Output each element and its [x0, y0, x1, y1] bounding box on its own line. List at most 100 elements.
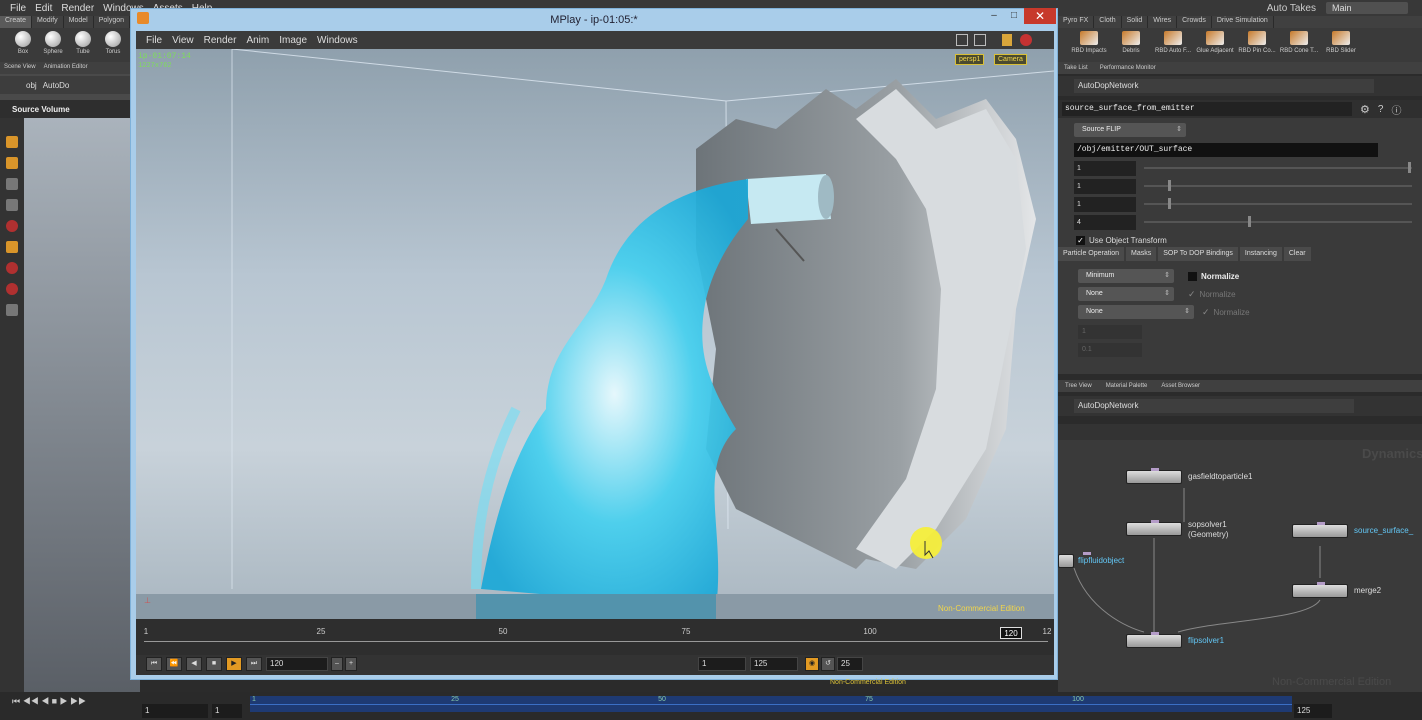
host-end-field[interactable]: 125 — [1294, 704, 1332, 718]
menu-edit[interactable]: Edit — [35, 3, 52, 14]
tab-take-list[interactable]: Take List — [1058, 65, 1094, 71]
view-icon[interactable] — [6, 241, 18, 253]
node-flipfluidobject[interactable] — [1058, 552, 1091, 568]
pose-icon[interactable] — [6, 220, 18, 232]
tab-animation-editor[interactable]: Animation Editor — [40, 62, 92, 74]
tab-tree-view[interactable]: Tree View — [1058, 383, 1099, 389]
stop-button[interactable]: ■ — [206, 657, 222, 671]
node-sopsolver[interactable] — [1126, 520, 1182, 536]
sop-path-field[interactable]: /obj/emitter/OUT_surface — [1074, 143, 1378, 157]
mplay-menu-file[interactable]: File — [146, 35, 162, 46]
minimize-icon[interactable]: – — [984, 10, 1004, 24]
persp-selector[interactable]: persp1 — [955, 54, 985, 65]
tab-material-palette[interactable]: Material Palette — [1099, 383, 1155, 389]
mplay-image-view[interactable] — [136, 49, 1054, 619]
menu-render[interactable]: Render — [61, 3, 94, 14]
help-icon[interactable]: ? — [1378, 104, 1384, 115]
menu-file[interactable]: File — [10, 3, 26, 14]
param-field-3[interactable]: 1 — [1074, 196, 1136, 212]
close-icon[interactable]: ✕ — [1024, 8, 1056, 24]
shelf-tab-create[interactable]: Create — [0, 16, 33, 28]
host-frame-field[interactable]: 1 — [142, 704, 208, 718]
frame-input[interactable]: 120 — [266, 657, 328, 671]
mplay-menu-image[interactable]: Image — [279, 35, 307, 46]
step-back-button[interactable]: ⏪ — [166, 657, 182, 671]
operation-dropdown-2[interactable]: None — [1078, 287, 1174, 301]
node-source-surface[interactable] — [1292, 522, 1348, 538]
play-reverse-button[interactable]: ◀ — [186, 657, 202, 671]
tube-tool[interactable]: Tube — [68, 28, 98, 62]
tab-particle-operation[interactable]: Particle Operation — [1058, 247, 1125, 261]
rbd-auto-tool[interactable]: RBD Auto F... — [1152, 28, 1194, 62]
mplay-ruler[interactable] — [144, 636, 1048, 642]
param-field-4[interactable]: 4 — [1074, 214, 1136, 230]
host-timeline-track[interactable] — [250, 696, 1292, 712]
box-tool[interactable]: Box — [8, 28, 38, 62]
transform-icon[interactable] — [6, 157, 18, 169]
path-autodop[interactable]: AutoDo — [43, 81, 70, 90]
node-merge2[interactable] — [1292, 582, 1348, 598]
loop-icon[interactable]: ↺ — [821, 657, 835, 671]
take-selector[interactable]: Main — [1326, 2, 1408, 14]
mplay-menu-view[interactable]: View — [172, 35, 194, 46]
shelf-tab-solid[interactable]: Solid — [1122, 16, 1149, 28]
rbd-slider-tool[interactable]: RBD Slider — [1320, 28, 1362, 62]
normalize-checkbox-1[interactable] — [1188, 271, 1197, 281]
tab-sop-to-dop-bindings[interactable]: SOP To DOP Bindings — [1158, 247, 1238, 261]
tab-instancing[interactable]: Instancing — [1239, 247, 1282, 261]
start-frame-field[interactable]: 1 — [698, 657, 746, 671]
param-slider-4[interactable] — [1144, 216, 1412, 227]
mplay-menu-windows[interactable]: Windows — [317, 35, 358, 46]
sphere-tool[interactable]: Sphere — [38, 28, 68, 62]
param-field-1[interactable]: 1 — [1074, 160, 1136, 176]
mplay-pin-icon[interactable] — [1002, 34, 1012, 46]
rbd-cone-tool[interactable]: RBD Cone T... — [1278, 28, 1320, 62]
shelf-tab-crowds[interactable]: Crowds — [1177, 16, 1212, 28]
gear-icon[interactable]: ⚙ — [1360, 103, 1370, 116]
handle-icon[interactable] — [6, 199, 18, 211]
node-name-field[interactable]: source_surface_from_emitter — [1062, 102, 1352, 116]
end-frame-field[interactable]: 125 — [750, 657, 798, 671]
last-frame-button[interactable]: ⏭ — [246, 657, 262, 671]
mplay-stop-icon[interactable] — [1020, 34, 1032, 46]
param-slider-2[interactable] — [1144, 180, 1412, 191]
maximize-icon[interactable]: □ — [1004, 10, 1024, 24]
mplay-menu-render[interactable]: Render — [204, 35, 237, 46]
network-editor[interactable]: gasfieldtoparticle1 sopsolver1 (Geometry… — [1058, 440, 1422, 692]
host-transport-controls[interactable]: ⏮ ◀◀ ◀ ■ ▶ ▶▶ — [12, 696, 86, 707]
magnet-icon[interactable] — [6, 262, 18, 274]
info-icon[interactable]: ⓘ — [1391, 102, 1401, 117]
scene-viewport[interactable] — [24, 118, 140, 692]
shelf-tab-modify[interactable]: Modify — [32, 16, 64, 28]
shelf-tab-drive-simulation[interactable]: Drive Simulation — [1212, 16, 1274, 28]
shelf-tab-wires[interactable]: Wires — [1148, 16, 1178, 28]
realtime-toggle-icon[interactable]: ◉ — [805, 657, 819, 671]
select-icon[interactable] — [6, 136, 18, 148]
auto-takes-label[interactable]: Auto Takes — [1267, 3, 1316, 14]
rbd-impacts-tool[interactable]: RBD Impacts — [1068, 28, 1110, 62]
node-gasfieldtoparticle[interactable] — [1126, 468, 1182, 484]
tab-masks[interactable]: Masks — [1126, 247, 1157, 261]
tab-clear[interactable]: Clear — [1283, 247, 1311, 261]
glue-adjacent-tool[interactable]: Glue Adjacent — [1194, 28, 1236, 62]
operation-dropdown-3[interactable]: None — [1078, 305, 1194, 319]
param-slider-1[interactable] — [1144, 162, 1412, 173]
mplay-titlebar[interactable]: MPlay - ip-01:05:* — [131, 9, 1057, 31]
rbd-pin-tool[interactable]: RBD Pin Co... — [1236, 28, 1278, 62]
host-start-field[interactable]: 1 — [212, 704, 242, 718]
shelf-tab-pyro[interactable]: Pyro FX — [1058, 16, 1095, 28]
source-type-dropdown[interactable]: Source FLIP — [1074, 123, 1186, 137]
increment-button[interactable]: + — [345, 657, 357, 671]
pointer-icon[interactable] — [6, 178, 18, 190]
snap-icon[interactable] — [6, 283, 18, 295]
operation-dropdown-1[interactable]: Minimum — [1078, 269, 1174, 283]
shelf-tab-cloth[interactable]: Cloth — [1094, 16, 1122, 28]
shelf-tab-model[interactable]: Model — [64, 16, 94, 28]
param-field-2[interactable]: 1 — [1074, 178, 1136, 194]
mplay-menu-anim[interactable]: Anim — [246, 35, 269, 46]
mplay-tool-icon-2[interactable] — [974, 34, 986, 46]
mplay-tool-icon-1[interactable] — [956, 34, 968, 46]
current-frame-marker[interactable]: 120 — [1000, 627, 1022, 639]
path-obj[interactable]: obj — [26, 81, 37, 90]
tab-asset-browser[interactable]: Asset Browser — [1154, 383, 1207, 389]
